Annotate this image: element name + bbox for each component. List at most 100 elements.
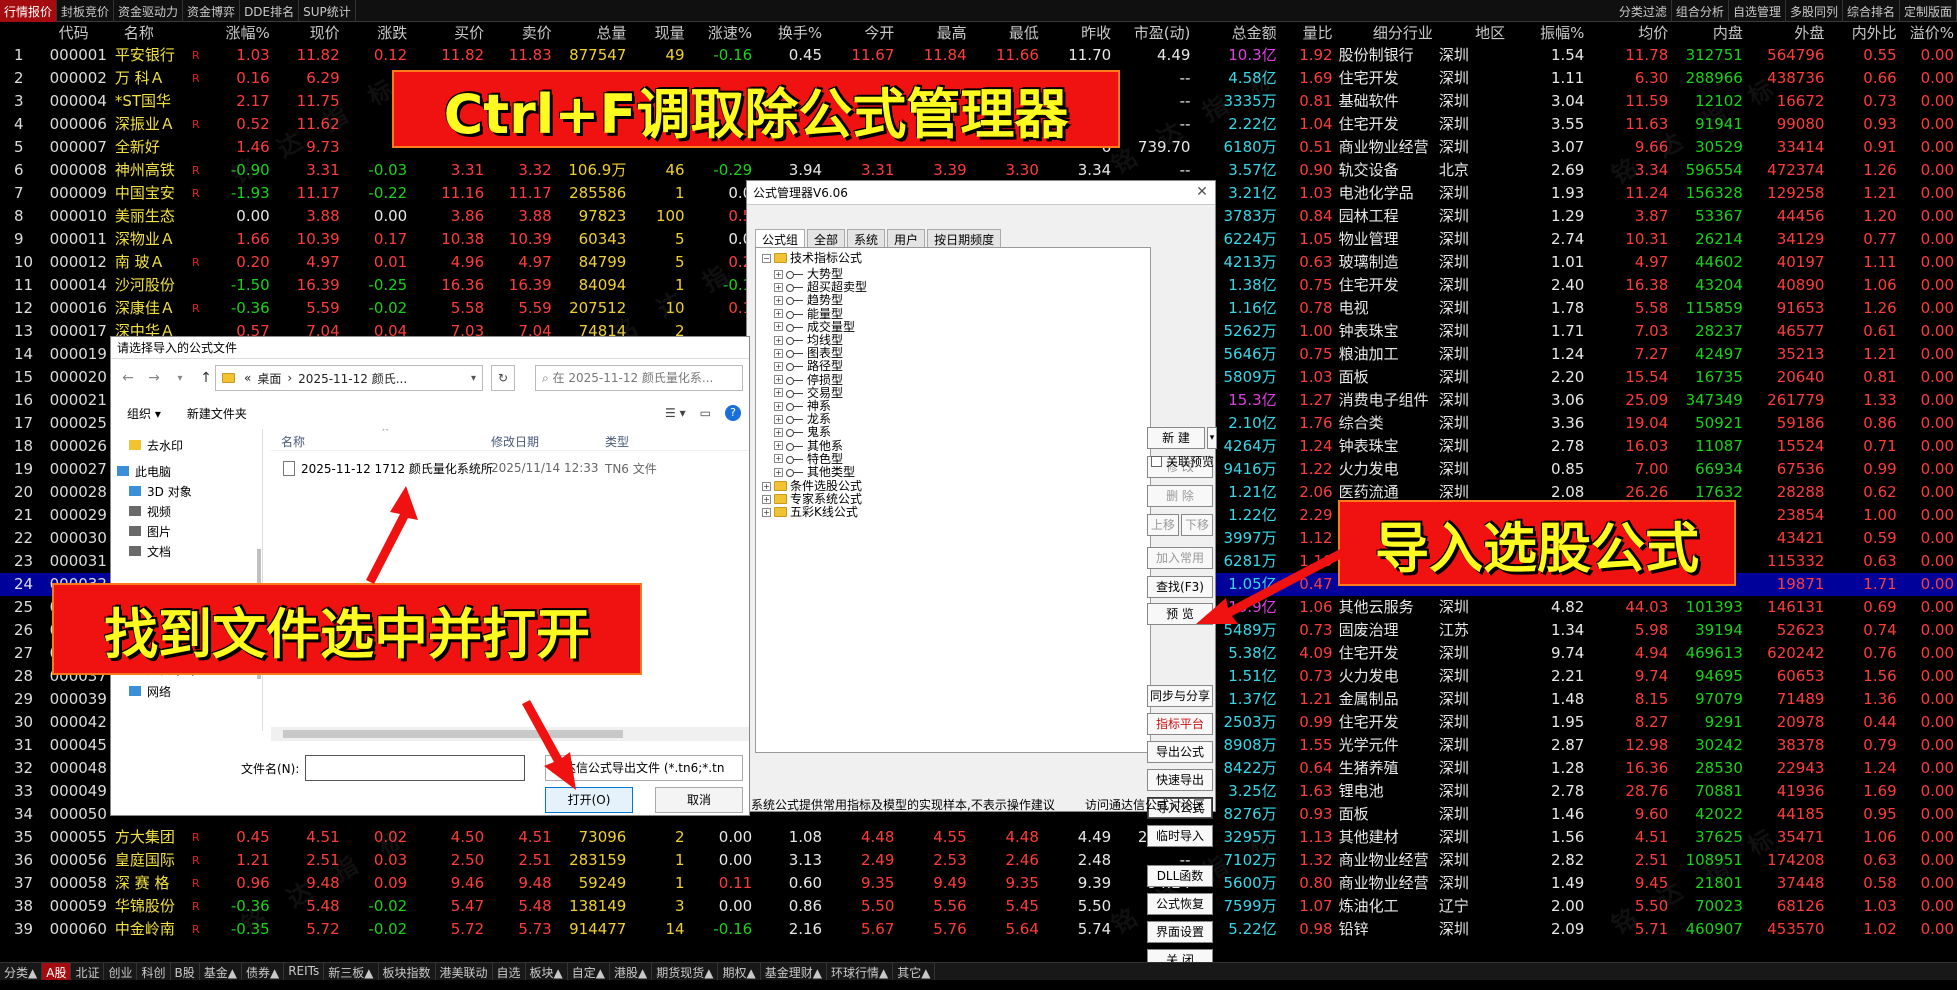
date-column-header[interactable]: 修改日期 <box>491 433 539 450</box>
market-tab[interactable]: 北证 <box>71 963 105 980</box>
column-header[interactable]: 代码 <box>47 22 112 44</box>
market-tab[interactable]: A股 <box>42 963 72 980</box>
expander-icon[interactable]: + <box>774 414 783 424</box>
top-tab[interactable]: 资金驱动力 <box>114 0 184 22</box>
expander-icon[interactable]: + <box>774 441 783 451</box>
market-tab[interactable]: 期货现货▲ <box>652 963 719 980</box>
formula-tab[interactable]: 按日期频度 <box>927 229 1002 249</box>
market-tab[interactable]: 科创 <box>137 963 171 980</box>
top-tab[interactable]: 多股同列 <box>1786 0 1843 22</box>
column-header[interactable]: 总金额 <box>1193 22 1279 44</box>
top-tab[interactable]: 分类过滤 <box>1615 0 1672 22</box>
market-tab[interactable]: 港美联动 <box>436 963 493 980</box>
top-tab[interactable]: 定制版面 <box>1900 0 1957 22</box>
market-tab[interactable]: 其它▲ <box>893 963 936 980</box>
column-header[interactable]: 涨速% <box>688 22 756 44</box>
preview-button[interactable]: 预 览 <box>1147 603 1213 625</box>
expander-icon[interactable]: + <box>774 269 783 279</box>
column-header[interactable]: 地区 <box>1436 22 1508 44</box>
expander-icon[interactable]: + <box>774 375 783 385</box>
column-header[interactable]: 量比 <box>1280 22 1336 44</box>
market-tab[interactable]: 环球行情▲ <box>827 963 894 980</box>
market-tab[interactable]: 自选 <box>493 963 526 980</box>
expander-icon[interactable]: + <box>774 295 783 305</box>
column-header[interactable]: 昨收 <box>1042 22 1114 44</box>
checkbox-icon[interactable] <box>1151 456 1162 467</box>
quick-export-button[interactable]: 快速导出 <box>1147 769 1213 791</box>
table-row[interactable]: 36 000056 皇庭国际 R 1.21 2.51 0.03 2.50 2.51 283159 1… <box>0 849 1957 872</box>
path-segment[interactable]: 桌面 <box>257 370 281 387</box>
sidebar-item[interactable]: 3D 对象 <box>129 481 192 501</box>
type-column-header[interactable]: 类型 <box>605 433 629 450</box>
new-folder-button[interactable]: 新建文件夹 <box>187 405 247 422</box>
export-formula-button[interactable]: 导出公式 <box>1147 741 1213 763</box>
sidebar-item[interactable]: 文档 <box>129 541 171 561</box>
table-row[interactable]: 1 000001 平安银行 R 1.03 11.82 0.12 11.82 11.83 87754… <box>0 44 1957 67</box>
expander-icon[interactable]: + <box>774 335 783 345</box>
table-row[interactable]: 37 000058 深 赛 格 R 0.96 9.48 0.09 9.46 9.48 59249 1… <box>0 872 1957 895</box>
expander-icon[interactable]: + <box>774 388 783 398</box>
top-tab[interactable]: 自选管理 <box>1729 0 1786 22</box>
cancel-button[interactable]: 取消 <box>655 787 743 813</box>
path-dropdown-icon[interactable]: ▾ <box>471 373 476 384</box>
find-button[interactable]: 查找(F3) <box>1147 576 1213 598</box>
expander-icon[interactable]: + <box>774 427 783 437</box>
table-row[interactable]: 35 000055 方大集团 R 0.45 4.51 0.02 4.50 4.51 73096 2 0… <box>0 826 1957 849</box>
market-tab[interactable]: B股 <box>171 963 200 980</box>
column-header[interactable]: 市盈(动) <box>1114 22 1193 44</box>
top-tab[interactable]: 行情报价 <box>0 0 58 22</box>
expander-icon[interactable]: + <box>774 454 783 464</box>
column-header[interactable]: 最低 <box>970 22 1042 44</box>
tree-node[interactable]: − 技术指标公式 <box>762 250 862 266</box>
expander-icon[interactable]: + <box>762 494 771 504</box>
column-header[interactable]: 内外比 <box>1827 22 1899 44</box>
sidebar-item[interactable]: 网络 <box>129 681 171 701</box>
expander-icon[interactable]: + <box>774 282 783 292</box>
dll-function-button[interactable]: DLL函数 <box>1147 865 1213 887</box>
market-tab[interactable]: 债券▲ <box>242 963 285 980</box>
market-tab[interactable]: 港股▲ <box>610 963 653 980</box>
market-tab[interactable]: 自定▲ <box>568 963 611 980</box>
back-icon[interactable]: ← <box>119 370 137 386</box>
top-tab[interactable]: 综合排名 <box>1843 0 1900 22</box>
market-tab[interactable]: 基金理财▲ <box>761 963 827 980</box>
expander-icon[interactable]: − <box>762 253 771 263</box>
column-header[interactable]: 最高 <box>897 22 969 44</box>
formula-tree[interactable]: − 技术指标公式 + 大势型 + 超买超卖型 + 趋势型 + 能量型 + 成交量型 + 均线型 + 图表型 + 路… <box>755 247 1151 753</box>
column-header[interactable]: 涨幅% <box>205 22 273 44</box>
temp-import-button[interactable]: 临时导入 <box>1147 825 1213 847</box>
refresh-icon[interactable]: ↻ <box>491 365 515 391</box>
new-button[interactable]: 新 建 <box>1147 427 1205 449</box>
expander-icon[interactable]: + <box>762 481 771 491</box>
help-icon[interactable]: ? <box>725 405 741 421</box>
column-header[interactable]: 名称 <box>112 22 187 44</box>
path-segment[interactable]: 2025-11-12 颜氏... <box>298 370 407 387</box>
view-options-icon[interactable]: ☰ ▾ <box>665 406 686 420</box>
move-up-button[interactable]: 上移 <box>1147 514 1179 536</box>
forward-icon[interactable]: → <box>145 370 163 386</box>
open-button[interactable]: 打开(O) <box>545 787 633 813</box>
column-header[interactable] <box>0 22 47 44</box>
sidebar-item[interactable]: 图片 <box>129 521 171 541</box>
column-header[interactable]: 换手% <box>755 22 825 44</box>
indicator-platform-button[interactable]: 指标平台 <box>1147 713 1213 735</box>
formula-tab[interactable]: 系统 <box>847 229 886 249</box>
market-tab[interactable]: 板块▲ <box>526 963 568 980</box>
formula-tab[interactable]: 全部 <box>807 229 846 249</box>
expander-icon[interactable]: + <box>774 322 783 332</box>
add-common-button[interactable]: 加入常用 <box>1147 547 1213 569</box>
file-row[interactable]: 2025-11-12 1712 颜氏量化系统所有指... 2025/11/14 … <box>271 457 749 479</box>
organize-button[interactable]: 组织 ▾ <box>127 405 161 422</box>
address-bar[interactable]: « 桌面 › 2025-11-12 颜氏... ▾ <box>215 365 483 391</box>
market-tab[interactable]: 分类▲ <box>0 963 43 980</box>
delete-button[interactable]: 删 除 <box>1147 485 1213 507</box>
new-dropdown-icon[interactable]: ▾ <box>1207 427 1217 449</box>
column-header[interactable]: 总量 <box>555 22 630 44</box>
column-header[interactable]: 细分行业 <box>1336 22 1436 44</box>
expander-icon[interactable]: + <box>762 507 771 517</box>
formula-tab[interactable]: 公式组 <box>755 229 806 249</box>
top-tab[interactable]: SUP统计 <box>299 0 356 22</box>
top-tab[interactable]: 资金博弈 <box>183 0 241 22</box>
table-row[interactable]: 38 000059 华锦股份 R -0.36 5.48 -0.02 5.47 5.48 13814… <box>0 895 1957 918</box>
column-header[interactable]: 均价 <box>1587 22 1671 44</box>
